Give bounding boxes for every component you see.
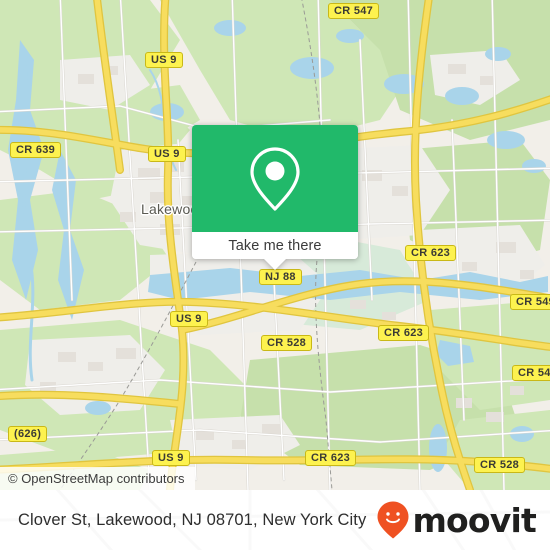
road-shield-cr-623-bottom[interactable]: CR 623 <box>305 450 357 466</box>
moovit-wordmark: moovit <box>412 500 536 540</box>
road-shield-route-626[interactable]: (626) <box>8 426 48 442</box>
callout-body: Take me there <box>192 125 358 259</box>
take-me-there-label: Take me there <box>228 237 322 254</box>
road-shield-cr-528-southeast[interactable]: CR 528 <box>474 457 526 473</box>
callout-header <box>192 125 358 232</box>
road-shield-cr-623-east[interactable]: CR 623 <box>405 245 457 261</box>
moovit-smiley-pin-icon <box>377 501 409 539</box>
road-shield-cr-528-mid[interactable]: CR 528 <box>261 335 313 351</box>
callout-action-bar[interactable]: Take me there <box>192 232 358 259</box>
moovit-map-screen: .land { fill:#f2efe9; } .green { fill:#c… <box>0 0 550 550</box>
footer-bar: Clover St, Lakewood, NJ 08701, New York … <box>0 490 550 550</box>
map-viewport[interactable]: .land { fill:#f2efe9; } .green { fill:#c… <box>0 0 550 490</box>
map-pin-icon <box>250 146 300 211</box>
road-shield-cr-547[interactable]: CR 547 <box>328 3 380 19</box>
moovit-logo[interactable]: moovit <box>376 500 537 540</box>
road-shield-cr-549-east[interactable]: CR 549 <box>510 294 550 310</box>
footer-content-row: Clover St, Lakewood, NJ 08701, New York … <box>0 490 550 550</box>
road-shield-us-9-bottom[interactable]: US 9 <box>152 450 190 466</box>
road-shield-us-9-top[interactable]: US 9 <box>145 52 183 68</box>
road-shield-cr-623-mid[interactable]: CR 623 <box>378 325 430 341</box>
osm-attribution[interactable]: © OpenStreetMap contributors <box>0 467 195 490</box>
address-label: Clover St, Lakewood, NJ 08701, New York … <box>18 510 367 529</box>
road-shield-cr-639[interactable]: CR 639 <box>10 142 62 158</box>
road-shield-us-9-south[interactable]: US 9 <box>170 311 208 327</box>
location-callout-card[interactable]: Take me there <box>192 125 358 270</box>
road-shield-us-9-lakewood[interactable]: US 9 <box>148 146 186 162</box>
road-shield-nj-88[interactable]: NJ 88 <box>259 269 302 285</box>
callout-pointer <box>264 259 286 270</box>
road-shield-cr-549-southeast[interactable]: CR 549 <box>512 365 550 381</box>
